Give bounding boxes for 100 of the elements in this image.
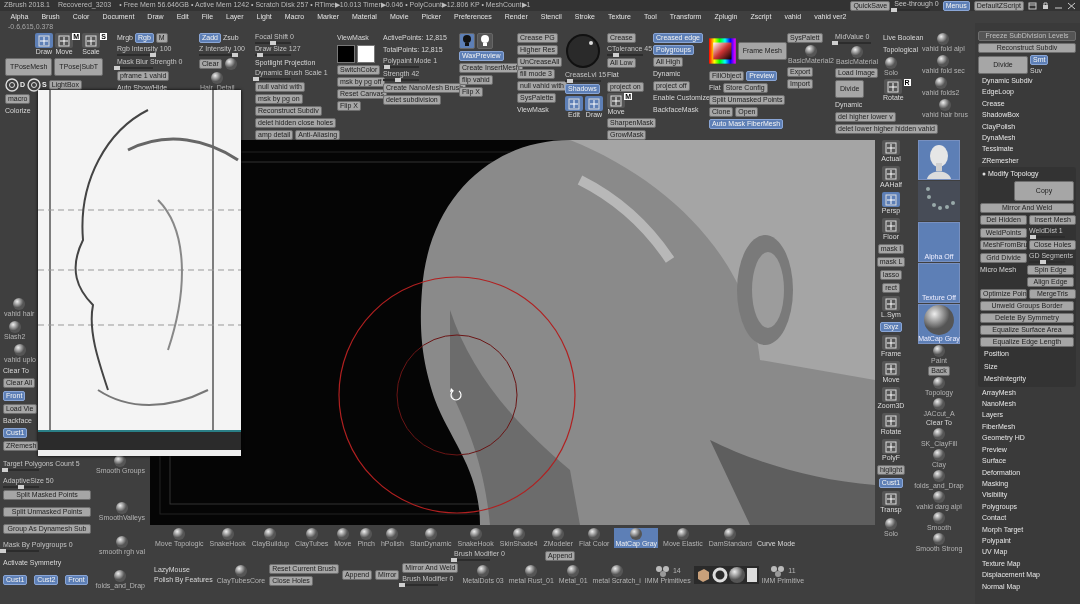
sphere-icon (676, 528, 689, 540)
torus-icon (711, 566, 728, 583)
slider-thumb[interactable] (256, 53, 263, 57)
sphere-icon (512, 528, 525, 540)
sphere-icon (469, 528, 482, 540)
slider-thumb[interactable] (1, 467, 8, 472)
sphere-icon (630, 528, 643, 540)
crosshair-icon (885, 193, 897, 206)
slider-thumb[interactable] (399, 583, 406, 588)
slider-thumb[interactable] (383, 65, 390, 70)
slider-thumb[interactable] (451, 558, 457, 563)
slider-thumb[interactable] (567, 79, 574, 84)
crosshair-icon (885, 414, 897, 427)
crosshair-icon (588, 97, 600, 110)
slider-thumb[interactable] (252, 77, 259, 82)
crosshair-icon (885, 141, 897, 154)
sphere-icon (567, 564, 580, 577)
sphere-icon (115, 502, 128, 515)
sphere-icon (938, 99, 951, 112)
sphere-icon (933, 470, 945, 483)
sphere-icon (610, 564, 623, 577)
slider-thumb[interactable] (395, 78, 402, 83)
slider-thumb[interactable] (150, 53, 156, 58)
close-icon (1067, 1, 1076, 10)
light-button[interactable] (477, 33, 493, 49)
sphere-icon (211, 72, 224, 85)
crosshair-icon (885, 219, 897, 232)
crosshair-icon (885, 492, 897, 505)
sphere-icon (933, 491, 945, 504)
sphere-icon (305, 528, 318, 540)
sphere-icon (525, 564, 538, 577)
bullet-icon (982, 172, 986, 177)
sphere-icon (933, 398, 945, 411)
crosshair-icon (885, 440, 897, 453)
sphere-icon (933, 449, 945, 462)
crosshair-icon (885, 388, 897, 401)
sphere-icon (13, 343, 26, 356)
sphere-icon (13, 297, 26, 310)
sphere-icon (8, 320, 21, 333)
slider-thumb[interactable] (114, 66, 120, 71)
sphere-icon (114, 570, 127, 583)
sphere-icon (933, 533, 945, 546)
sphere-icon (724, 528, 737, 540)
crosshair-icon (58, 34, 70, 47)
sphere-icon (336, 528, 349, 540)
crosshair-icon (38, 34, 50, 47)
lightbulb-icon (462, 34, 472, 47)
rotate-icon (450, 388, 462, 401)
sphere-icon (937, 55, 950, 68)
slider-thumb[interactable] (18, 485, 24, 490)
sphere-icon (933, 345, 945, 357)
slider-thumb[interactable] (0, 548, 6, 553)
slider-thumb[interactable] (232, 53, 238, 58)
ring-icon (5, 78, 19, 93)
spheres-icon (654, 564, 671, 577)
sphere-icon (116, 536, 129, 549)
sphere-icon (234, 564, 247, 577)
lock-icon (1041, 1, 1050, 10)
light-button[interactable] (459, 33, 475, 49)
sphere-icon (885, 517, 897, 530)
crosshair-icon (885, 362, 897, 375)
sphere-icon (264, 528, 277, 540)
window-icon (1028, 1, 1037, 10)
brush-button[interactable] (223, 58, 238, 71)
crosshair-icon (887, 80, 900, 93)
crosshair-icon (610, 94, 622, 107)
sphere-icon (221, 528, 234, 540)
crosshair-icon (885, 167, 897, 180)
slider-thumb[interactable] (1040, 260, 1047, 265)
crosshair-icon (85, 34, 97, 47)
sphere-icon (477, 564, 490, 577)
alpha-thumbnail[interactable] (918, 181, 960, 221)
crosshair-icon (885, 336, 897, 349)
sphere-icon (728, 566, 745, 583)
sphere-icon (933, 377, 945, 390)
slider-thumb[interactable] (613, 52, 619, 57)
sphere-icon (933, 512, 945, 525)
crosshair-icon (568, 97, 580, 110)
color-swatch[interactable] (357, 45, 375, 63)
sphere-icon (588, 528, 601, 540)
sphere-icon (173, 528, 186, 540)
sphere-icon (934, 77, 947, 90)
sphere-icon (885, 57, 897, 69)
sphere-icon (851, 46, 863, 59)
sphere-icon (360, 528, 373, 540)
sphere-icon (424, 528, 437, 540)
crosshair-icon (885, 297, 897, 310)
slider-thumb[interactable] (832, 41, 838, 46)
slider-thumb[interactable] (1029, 235, 1036, 240)
slider-thumb[interactable] (891, 8, 898, 13)
sphere-icon (552, 528, 565, 540)
sphere-icon (804, 45, 817, 57)
sphere-icon (386, 528, 399, 540)
plane-icon (745, 566, 758, 583)
slider-thumb[interactable] (270, 40, 276, 45)
sphere-icon (933, 428, 945, 441)
color-swatch[interactable] (337, 45, 355, 63)
ring-icon (27, 78, 42, 93)
sphere-icon (114, 455, 127, 467)
sphere-icon (924, 305, 954, 335)
